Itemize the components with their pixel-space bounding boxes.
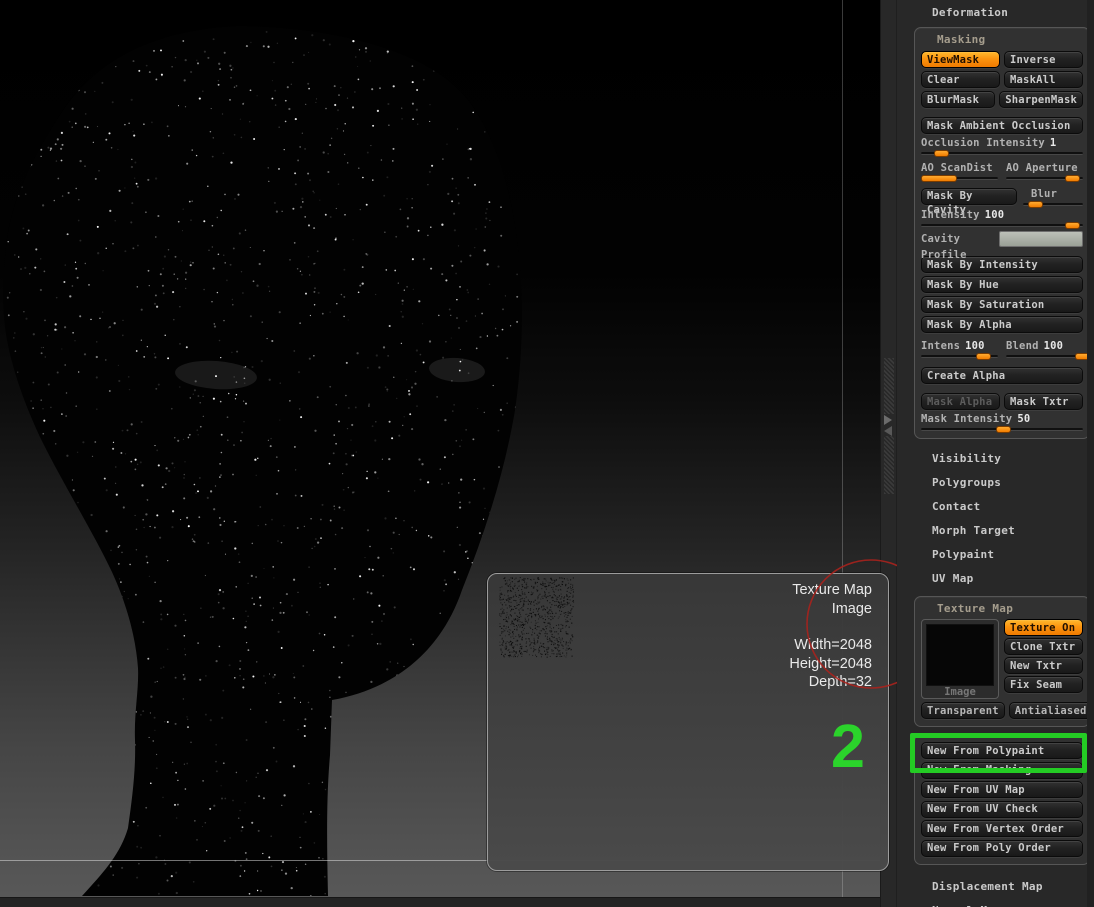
slider-handle[interactable] (1027, 201, 1043, 208)
sharpenmask-button[interactable]: SharpenMask (999, 91, 1083, 108)
new-from-uv-map-button[interactable]: New From UV Map (921, 781, 1083, 798)
popup-line: Height=2048 (789, 655, 872, 672)
new-from-subpalette: New From Polypaint New From Masking New … (914, 734, 1090, 865)
mask-by-alpha-button[interactable]: Mask By Alpha (921, 316, 1083, 333)
slider-handle[interactable] (1064, 175, 1080, 182)
texture-map-subpalette: Texture Map Image Texture On Clone Txtr … (914, 596, 1093, 727)
popup-line: Width=2048 (794, 637, 872, 653)
section-header-contact[interactable]: Contact (897, 495, 1094, 519)
mask-intensity-slider[interactable]: Mask Intensity 50 (921, 413, 1083, 433)
slider-track[interactable] (921, 426, 1083, 433)
blurmask-button[interactable]: BlurMask (921, 91, 996, 108)
mask-txtr-button[interactable]: Mask Txtr (1004, 393, 1083, 410)
section-header-polypaint[interactable]: Polypaint (897, 543, 1094, 567)
cavity-blur-slider[interactable]: Blur (1023, 188, 1083, 208)
new-from-poly-order-button[interactable]: New From Poly Order (921, 839, 1083, 857)
canvas-bottom-edge (0, 897, 880, 907)
occlusion-intensity-slider[interactable]: Occlusion Intensity 1 (921, 137, 1083, 157)
slider-handle[interactable] (1065, 222, 1081, 229)
section-header-visibility[interactable]: Visibility (897, 447, 1094, 471)
section-header-deformation[interactable]: Deformation (897, 5, 1094, 21)
create-alpha-button[interactable]: Create Alpha (921, 367, 1083, 384)
mask-by-cavity-button[interactable]: Mask By Cavity (921, 188, 1017, 216)
section-header-displacement-map[interactable]: Displacement Map (897, 875, 1094, 899)
masking-subpalette: Masking ViewMask Inverse Clear MaskAll B… (914, 27, 1091, 439)
zbrush-window: Texture Map Image Width=2048 Height=2048… (0, 0, 1094, 907)
slider-track[interactable] (921, 353, 998, 360)
viewmask-button[interactable]: ViewMask (921, 51, 1000, 68)
clone-txtr-button[interactable]: Clone Txtr (1004, 638, 1083, 655)
annotation-step-number: 2 (831, 712, 865, 780)
divider-grip-texture[interactable] (884, 436, 894, 494)
mask-by-intensity-button[interactable]: Mask By Intensity (921, 256, 1083, 273)
transparent-button[interactable]: Transparent (921, 702, 1005, 719)
maskall-button[interactable]: MaskAll (1004, 71, 1083, 88)
new-txtr-button[interactable]: New Txtr (1004, 657, 1083, 674)
mask-by-saturation-button[interactable]: Mask By Saturation (921, 296, 1083, 313)
new-from-uv-check-button[interactable]: New From UV Check (921, 800, 1083, 818)
head-silhouette (3, 26, 522, 896)
clear-button[interactable]: Clear (921, 71, 1000, 88)
slider-track[interactable] (1023, 201, 1083, 208)
new-from-vertex-order-button[interactable]: New From Vertex Order (921, 820, 1083, 837)
slider-track[interactable] (921, 175, 998, 182)
ao-aperture-slider[interactable]: AO Aperture (1006, 162, 1083, 182)
texture-on-button[interactable]: Texture On (1004, 619, 1083, 636)
slider-track[interactable] (921, 222, 1083, 229)
texture-info-popup: Texture Map Image Width=2048 Height=2048… (487, 573, 889, 871)
mask-ambient-occlusion-button[interactable]: Mask Ambient Occlusion (921, 117, 1083, 134)
popup-line: Image (831, 600, 872, 617)
mask-alpha-button[interactable]: Mask Alpha (921, 393, 1000, 410)
slider-handle[interactable] (921, 175, 957, 182)
slider-handle[interactable] (933, 150, 949, 157)
slider-handle[interactable] (995, 426, 1011, 433)
inverse-button[interactable]: Inverse (1004, 51, 1083, 68)
popup-line: Depth=32 (808, 674, 872, 690)
cavity-profile-curve[interactable] (999, 231, 1083, 247)
texture-info-text: Texture Map Image Width=2048 Height=2048… (789, 581, 872, 692)
panel-right-edge (1087, 0, 1094, 907)
slider-track[interactable] (921, 150, 1083, 157)
divider-arrow-left-icon[interactable] (884, 426, 892, 436)
mask-by-hue-button[interactable]: Mask By Hue (921, 276, 1083, 293)
section-header-uv-map[interactable]: UV Map (897, 567, 1094, 591)
slider-track[interactable] (1006, 175, 1083, 182)
slider-handle[interactable] (976, 353, 992, 360)
section-header-polygroups[interactable]: Polygroups (897, 471, 1094, 495)
blend-slider[interactable]: Blend 100 (1006, 340, 1091, 360)
divider-grip-texture[interactable] (884, 358, 894, 414)
cavity-intensity-slider[interactable]: Intensity 100 (921, 209, 1083, 229)
antialiased-button[interactable]: Antialiased (1008, 702, 1093, 719)
divider-arrow-right-icon[interactable] (884, 415, 892, 425)
texture-noise-thumbnail (499, 577, 575, 658)
tool-panel: Deformation Masking ViewMask Inverse Cle… (897, 0, 1094, 907)
section-header-morph-target[interactable]: Morph Target (897, 519, 1094, 543)
texture-image-preview (926, 624, 994, 686)
section-header-texture-map[interactable]: Texture Map (921, 602, 1083, 617)
fix-seam-button[interactable]: Fix Seam (1004, 676, 1083, 693)
section-header-normal-map[interactable]: Normal Map (897, 899, 1094, 907)
section-header-masking[interactable]: Masking (921, 33, 1083, 48)
popup-line: Texture Map (792, 582, 872, 598)
texture-image-well[interactable]: Image (921, 619, 999, 699)
slider-track[interactable] (1006, 353, 1091, 360)
new-from-masking-button[interactable]: New From Masking (921, 761, 1083, 779)
intens-slider[interactable]: Intens 100 (921, 340, 998, 360)
ao-scandist-slider[interactable]: AO ScanDist (921, 162, 998, 182)
new-from-polypaint-button[interactable]: New From Polypaint (921, 742, 1083, 759)
